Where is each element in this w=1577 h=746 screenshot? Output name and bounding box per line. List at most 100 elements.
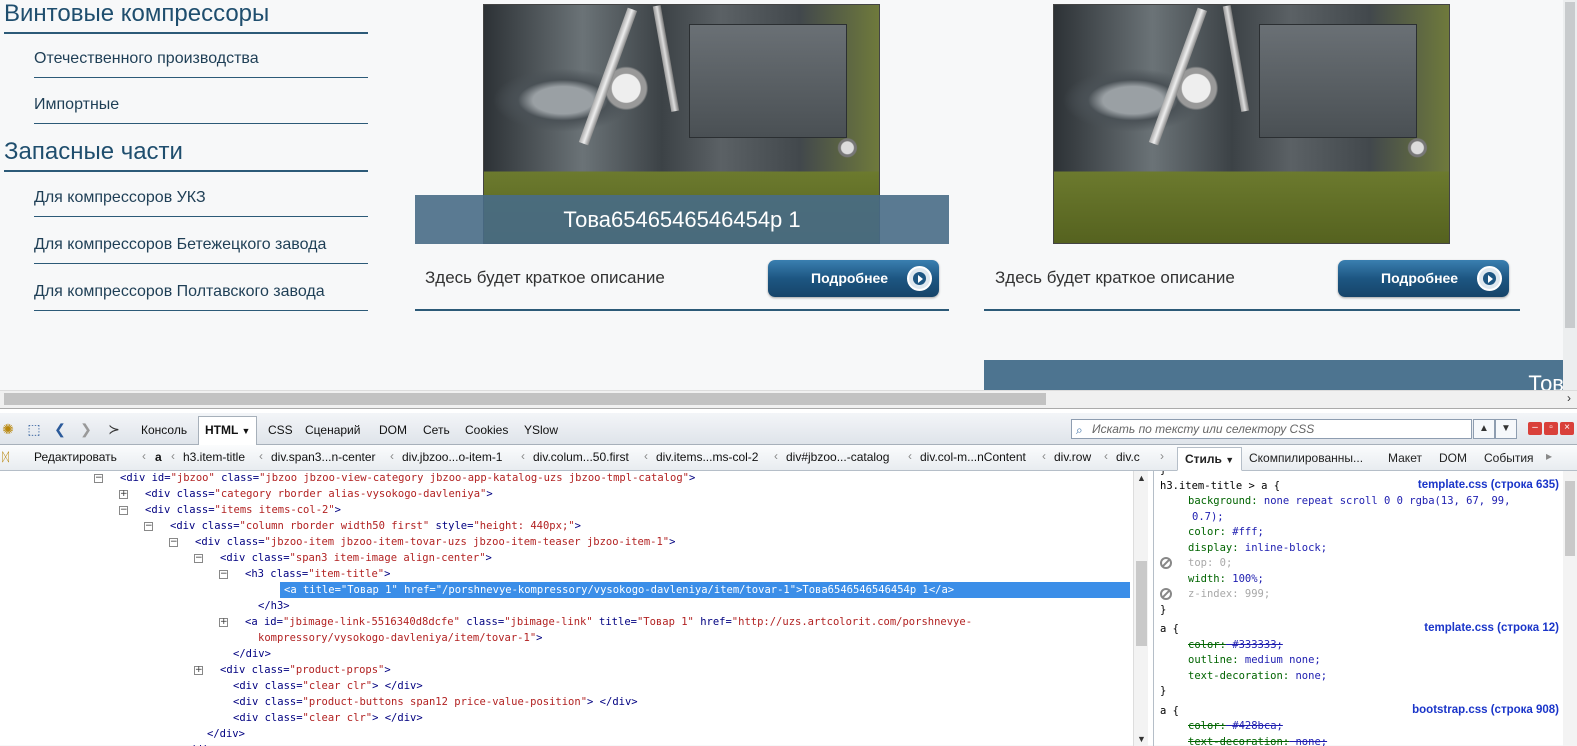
html-node-line[interactable]: +<div class="product-props"> — [220, 662, 391, 678]
html-node-line[interactable]: </div> — [183, 742, 221, 746]
tab-html[interactable]: HTML ▼ — [198, 416, 257, 446]
html-node-line[interactable]: −<h3 class="item-title"> — [245, 566, 390, 582]
breadcrumb-item[interactable]: div.span3...n-center — [271, 450, 376, 464]
breadcrumb-item[interactable]: div.items...ms-col-2 — [656, 450, 758, 464]
html-tree-scrollbar[interactable]: ▲ ▼ — [1133, 471, 1148, 746]
css-declaration[interactable]: width: 100%; — [1188, 572, 1264, 587]
sidebar-link-domestic[interactable]: Отечественного производства — [34, 44, 368, 78]
css-declaration[interactable]: color: #fff; — [1188, 525, 1264, 540]
html-node-line[interactable]: <div class="clear clr"> </div> — [233, 710, 423, 726]
close-icon[interactable]: × — [1560, 422, 1574, 435]
html-node-line[interactable]: kompressory/vysokogo-davleniya/item/tova… — [258, 630, 542, 646]
side-tab-layout[interactable]: Макет — [1381, 447, 1429, 471]
css-declaration[interactable]: display: inline-block; — [1188, 541, 1327, 556]
breadcrumb-item[interactable]: div.colum...50.first — [533, 450, 629, 464]
css-declaration[interactable]: color: #428bca; — [1188, 719, 1283, 734]
chevron-right-icon[interactable]: › — [1160, 449, 1164, 463]
search-next-button[interactable]: ▼ — [1495, 419, 1517, 439]
sidebar-link-poltava[interactable]: Для компрессоров Полтавского завода — [34, 277, 368, 311]
collapse-icon[interactable]: − — [219, 570, 228, 579]
product-image[interactable] — [1053, 4, 1450, 244]
html-node-line[interactable]: +<a id="jbimage-link-5516340d8dcfe" clas… — [245, 614, 972, 630]
category-heading-spare-parts[interactable]: Запасные части — [4, 138, 368, 172]
css-declaration[interactable]: outline: medium none; — [1188, 653, 1321, 668]
inspect-icon[interactable]: ⬚ — [26, 421, 42, 437]
vertical-scrollbar[interactable] — [1563, 0, 1577, 390]
side-tab-dom[interactable]: DOM — [1432, 447, 1474, 471]
breadcrumb-item[interactable]: h3.item-title — [183, 450, 245, 464]
edit-button[interactable]: Редактировать — [34, 450, 117, 464]
html-node-line[interactable]: <div class="clear clr"> </div> — [233, 678, 423, 694]
html-node-line[interactable]: −<div class="jbzoo-item jbzoo-item-tovar… — [195, 534, 675, 550]
detach-icon[interactable]: ▫ — [1544, 422, 1558, 435]
css-source-link[interactable]: bootstrap.css (строка 908) — [1412, 704, 1559, 716]
html-node-line[interactable]: +<div class="category rborder alias-vyso… — [145, 486, 493, 502]
firebug-bug-icon[interactable]: ✺ — [0, 421, 16, 437]
collapse-icon[interactable]: − — [94, 474, 103, 483]
style-panel-scrollbar[interactable] — [1563, 471, 1577, 746]
horizontal-scrollbar[interactable]: › — [0, 390, 1577, 408]
forward-icon[interactable]: ❯ — [78, 421, 94, 437]
breadcrumb-item[interactable]: div.jbzoo...o-item-1 — [402, 450, 502, 464]
details-button[interactable]: Подробнее — [768, 260, 939, 297]
css-selector[interactable]: h3.item-title > a { — [1160, 479, 1280, 494]
css-declaration[interactable]: top: 0; — [1188, 556, 1232, 571]
style-panel[interactable]: }h3.item-title > a {template.css (строка… — [1153, 471, 1563, 746]
side-tab-computed[interactable]: Скомпилированны... — [1242, 447, 1370, 471]
html-node-line[interactable]: </div> — [207, 726, 245, 742]
expand-icon[interactable]: + — [194, 666, 203, 675]
css-declaration[interactable]: color: #333333; — [1188, 638, 1283, 653]
css-source-link[interactable]: template.css (строка 12) — [1424, 622, 1559, 634]
html-node-line[interactable]: −<div id="jbzoo" class="jbzoo jbzoo-view… — [120, 471, 695, 486]
css-declaration[interactable]: z-index: 999; — [1188, 587, 1270, 602]
details-button[interactable]: Подробнее — [1338, 260, 1509, 297]
collapse-icon[interactable]: − — [144, 522, 153, 531]
expand-icon[interactable]: + — [219, 618, 228, 627]
side-tab-events[interactable]: События — [1477, 447, 1541, 471]
css-selector[interactable]: a { — [1160, 704, 1179, 719]
chevron-right-icon[interactable]: ▸ — [1546, 449, 1552, 463]
bug-icon[interactable]: ᛞ — [2, 450, 9, 464]
html-node-line[interactable]: −<div class="span3 item-image align-cent… — [220, 550, 492, 566]
html-node-line[interactable]: −<div class="items items-col-2"> — [145, 502, 341, 518]
html-node-line[interactable]: <div class="product-buttons span12 price… — [233, 694, 638, 710]
tab-cookies[interactable]: Cookies — [459, 417, 514, 443]
disabled-property-icon[interactable] — [1160, 588, 1172, 600]
html-node-line[interactable]: <a title="Товар 1" href="/porshnevye-kom… — [280, 582, 1130, 598]
search-prev-button[interactable]: ▲ — [1473, 419, 1495, 439]
tab-script[interactable]: Сценарий — [299, 417, 366, 443]
collapse-icon[interactable]: − — [169, 538, 178, 547]
collapse-icon[interactable]: − — [194, 554, 203, 563]
sidebar-link-ukz[interactable]: Для компрессоров УКЗ — [34, 183, 368, 217]
chevron-down-icon[interactable]: ▼ — [1137, 734, 1146, 744]
css-declaration[interactable]: background: none repeat scroll 0 0 rgba(… — [1188, 494, 1510, 509]
tab-console[interactable]: Консоль — [135, 417, 193, 443]
breadcrumb-item[interactable]: div.c — [1116, 450, 1140, 464]
sidebar-link-bezhetsk[interactable]: Для компрессоров Бетежецкого завода — [34, 230, 368, 264]
disabled-property-icon[interactable] — [1160, 557, 1172, 569]
minimize-icon[interactable]: – — [1528, 422, 1542, 435]
html-node-line[interactable]: </div> — [233, 646, 271, 662]
chevron-left-icon[interactable]: ‹ — [142, 449, 146, 463]
html-tree[interactable]: −<div id="jbzoo" class="jbzoo jbzoo-view… — [0, 471, 1148, 746]
css-source-link[interactable]: template.css (строка 635) — [1418, 479, 1559, 491]
tab-network[interactable]: Сеть — [417, 417, 456, 443]
sidebar-link-imported[interactable]: Импортные — [34, 90, 368, 124]
product-title[interactable]: Това6546546546454р 1 — [415, 195, 949, 244]
back-icon[interactable]: ❮ — [52, 421, 68, 437]
html-node-line[interactable]: −<div class="column rborder width50 firs… — [170, 518, 581, 534]
chevron-right-icon[interactable]: › — [1567, 391, 1571, 405]
breadcrumb-item[interactable]: div.col-m...nContent — [920, 450, 1026, 464]
command-line-icon[interactable]: ≻ — [106, 421, 122, 437]
css-declaration[interactable]: 0.7); — [1192, 510, 1224, 525]
breadcrumb-item[interactable]: div#jbzoo...-catalog — [786, 450, 889, 464]
tab-css[interactable]: CSS — [262, 417, 299, 443]
chevron-up-icon[interactable]: ▲ — [1137, 473, 1146, 483]
css-declaration[interactable]: text-decoration: none; — [1188, 669, 1327, 684]
css-selector[interactable]: a { — [1160, 622, 1179, 637]
collapse-icon[interactable]: − — [119, 506, 128, 515]
html-node-line[interactable]: </h3> — [258, 598, 290, 614]
breadcrumb-item[interactable]: a — [155, 450, 162, 464]
css-declaration[interactable]: text-decoration: none; — [1188, 735, 1327, 746]
expand-icon[interactable]: + — [119, 490, 128, 499]
